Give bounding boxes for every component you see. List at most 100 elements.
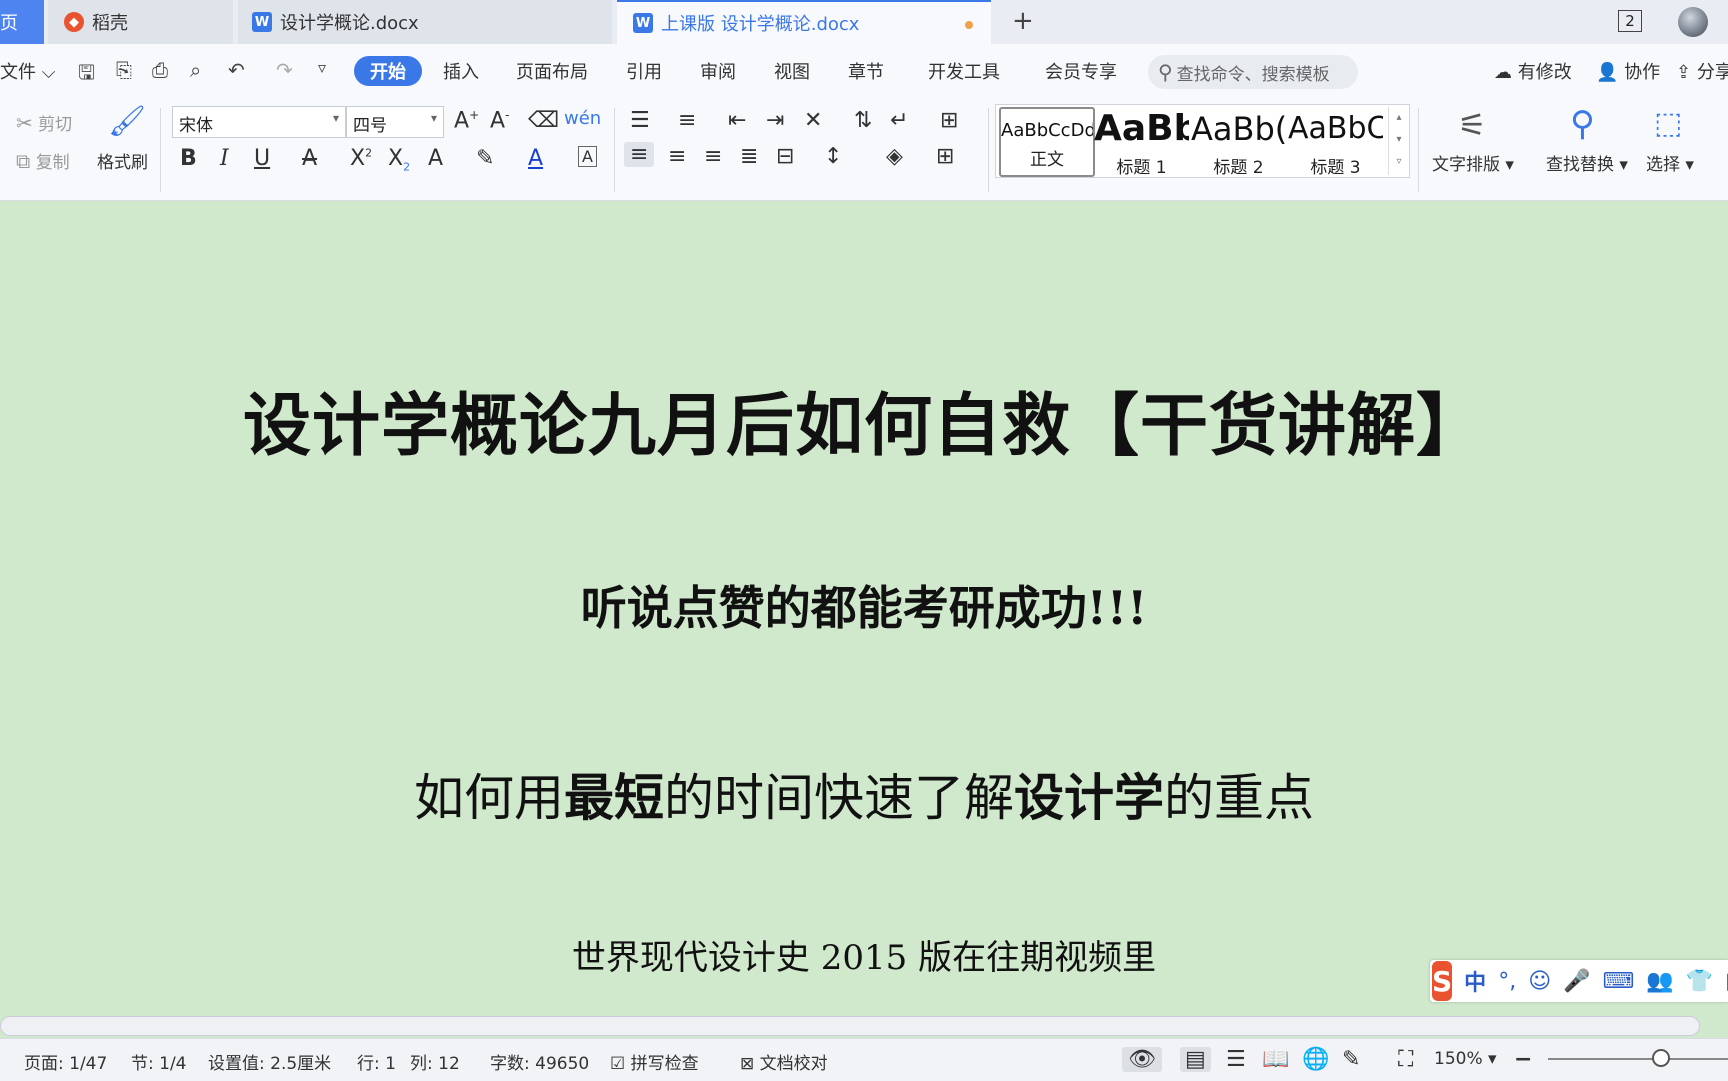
align-right-icon[interactable]: ≡ [704, 144, 722, 169]
style-heading-1[interactable]: AaBb 标题 1 [1094, 105, 1189, 177]
print-icon[interactable]: ⎙ [152, 58, 168, 82]
eye-icon[interactable]: 👁 [1122, 1047, 1162, 1072]
zoom-level[interactable]: 150% ▾ [1434, 1049, 1497, 1069]
font-shrink-icon[interactable]: A- [490, 108, 509, 133]
text-layout-icon: ⚟ [1458, 106, 1487, 144]
page-view-icon[interactable]: ▤ [1180, 1047, 1211, 1072]
outline-view-icon[interactable]: ☰ [1226, 1047, 1246, 1072]
align-left-icon[interactable]: ≡ [624, 142, 655, 167]
menu-file[interactable]: 文件 ⌵ [0, 58, 55, 84]
find-replace-button[interactable]: 查找替换 ▾ [1546, 150, 1628, 175]
text-run: 如何用 [414, 769, 564, 827]
customize-qat-icon[interactable]: ▿ [318, 58, 326, 77]
subscript-icon[interactable]: X2 [388, 146, 410, 173]
menu-review[interactable]: 审阅 [700, 58, 736, 84]
copy-button[interactable]: ⧉ 复制 [16, 148, 70, 173]
redo-icon[interactable]: ↷ [276, 58, 293, 82]
highlight-icon[interactable]: ✎ [476, 146, 494, 171]
clear-format-icon[interactable]: ⌫ [528, 108, 559, 133]
bold-icon[interactable]: B [180, 146, 197, 171]
print-preview-icon[interactable]: ⌕ [190, 58, 201, 82]
skin-icon[interactable]: 👕 [1686, 969, 1713, 994]
menu-page-layout[interactable]: 页面布局 [516, 58, 588, 84]
setting-value[interactable]: 设置值: 2.5厘米 [208, 1049, 331, 1074]
mic-icon[interactable]: 🎤 [1563, 969, 1590, 994]
justify-icon[interactable]: ≣ [740, 144, 758, 169]
command-search-box[interactable]: ⚲ 查找命令、搜索模板 [1148, 55, 1358, 89]
menu-start[interactable]: 开始 [354, 56, 422, 86]
text-layout-button[interactable]: 文字排版 ▾ [1432, 150, 1514, 175]
distribute-icon[interactable]: ⊟ [776, 144, 794, 169]
zoom-slider-thumb[interactable] [1652, 1049, 1670, 1067]
section-indicator[interactable]: 节: 1/4 [131, 1049, 187, 1074]
table-ruler-icon[interactable]: ⊞ [940, 108, 958, 133]
font-color-icon[interactable]: A [528, 146, 543, 171]
style-scroll[interactable]: ▴ ▾ ▿ [1388, 107, 1409, 175]
spell-check-button[interactable]: ☑ 拼写检查 [610, 1049, 699, 1074]
line-spacing-icon[interactable]: ↕ [824, 144, 842, 169]
char-border-icon[interactable]: A [578, 146, 597, 167]
has-changes-button[interactable]: ☁ 有修改 [1494, 58, 1572, 84]
menu-view[interactable]: 视图 [774, 58, 810, 84]
new-tab-button[interactable]: + [1012, 6, 1034, 36]
ime-toolbar[interactable]: S 中 °, ☺ 🎤 ⌨ 👥 👕 ▦ [1430, 960, 1728, 1002]
bullet-list-icon[interactable]: ☰ [630, 108, 650, 133]
save-icon[interactable]: 🖫 [78, 58, 95, 92]
keyboard-icon[interactable]: ⌨ [1603, 969, 1635, 994]
text-effect-icon[interactable]: A [428, 146, 443, 171]
tab-document-2-active[interactable]: W 上课版 设计学概论.docx [617, 0, 991, 44]
font-name-select[interactable]: 宋体 ▾ [172, 106, 346, 138]
export-icon[interactable]: ⎘ [116, 58, 132, 82]
menu-file-label: 文件 [0, 62, 36, 83]
font-grow-icon[interactable]: A+ [454, 108, 479, 133]
superscript-icon[interactable]: X2 [350, 146, 372, 171]
shading-icon[interactable]: ◈ [886, 144, 903, 169]
strikethrough-icon[interactable]: A [302, 146, 317, 171]
emoji-icon[interactable]: ☺ [1528, 969, 1551, 994]
ime-mode[interactable]: 中 [1464, 965, 1486, 997]
page-indicator[interactable]: 页面: 1/47 [24, 1049, 107, 1074]
underline-icon[interactable]: U [254, 146, 270, 171]
phonetic-guide-icon[interactable]: wén [564, 108, 601, 129]
web-view-icon[interactable]: 🌐 [1302, 1047, 1329, 1072]
tab-daoke[interactable]: ◆ 稻壳 [48, 0, 233, 44]
menu-references[interactable]: 引用 [626, 58, 662, 84]
horizontal-scrollbar[interactable] [0, 1016, 1700, 1036]
increase-indent-icon[interactable]: ⇥ [766, 108, 784, 133]
avatar[interactable] [1678, 7, 1708, 37]
chinese-layout-icon[interactable]: ✕ [804, 108, 822, 133]
menu-insert[interactable]: 插入 [443, 58, 479, 84]
collab-button[interactable]: 👤 协作 [1596, 58, 1660, 84]
fit-page-icon[interactable]: ⛶ [1398, 1047, 1413, 1072]
proofread-button[interactable]: ⊠ 文档校对 [740, 1049, 828, 1074]
window-switch-button[interactable]: 2 [1618, 10, 1642, 32]
format-painter-button[interactable]: 格式刷 [97, 148, 148, 173]
style-normal[interactable]: AaBbCcDd 正文 [999, 107, 1095, 177]
zoom-out-icon[interactable]: − [1514, 1047, 1532, 1072]
read-mode-icon[interactable]: 📖 [1262, 1047, 1289, 1072]
ime-punct[interactable]: °, [1498, 969, 1516, 994]
select-button[interactable]: 选择 ▾ [1646, 150, 1694, 175]
word-count[interactable]: 字数: 49650 [490, 1049, 589, 1074]
decrease-indent-icon[interactable]: ⇤ [728, 108, 746, 133]
sort-icon[interactable]: ⇅ [854, 108, 872, 133]
font-size-select[interactable]: 四号 ▾ [346, 106, 444, 138]
tab-home[interactable]: 页 [0, 0, 44, 44]
italic-icon[interactable]: I [220, 146, 229, 171]
tab-document-1[interactable]: W 设计学概论.docx [238, 0, 612, 44]
show-marks-icon[interactable]: ↵ [890, 108, 908, 133]
cut-button[interactable]: ✂ 剪切 [16, 110, 72, 135]
write-mode-icon[interactable]: ✎ [1342, 1047, 1360, 1072]
menu-member[interactable]: 会员专享 [1045, 58, 1117, 84]
menu-chapter[interactable]: 章节 [848, 58, 884, 84]
user-icon[interactable]: 👥 [1646, 969, 1673, 994]
undo-icon[interactable]: ↶ [228, 58, 245, 82]
zoom-slider-track[interactable] [1548, 1058, 1728, 1060]
numbered-list-icon[interactable]: ≡ [678, 108, 696, 133]
border-icon[interactable]: ⊞ [936, 144, 954, 169]
align-center-icon[interactable]: ≡ [668, 144, 686, 169]
style-heading-2[interactable]: AaBb( 标题 2 [1191, 105, 1286, 177]
share-button[interactable]: ⇪ 分享 [1676, 58, 1728, 84]
style-heading-3[interactable]: AaBbC 标题 3 [1288, 105, 1383, 177]
menu-developer[interactable]: 开发工具 [928, 58, 1000, 84]
